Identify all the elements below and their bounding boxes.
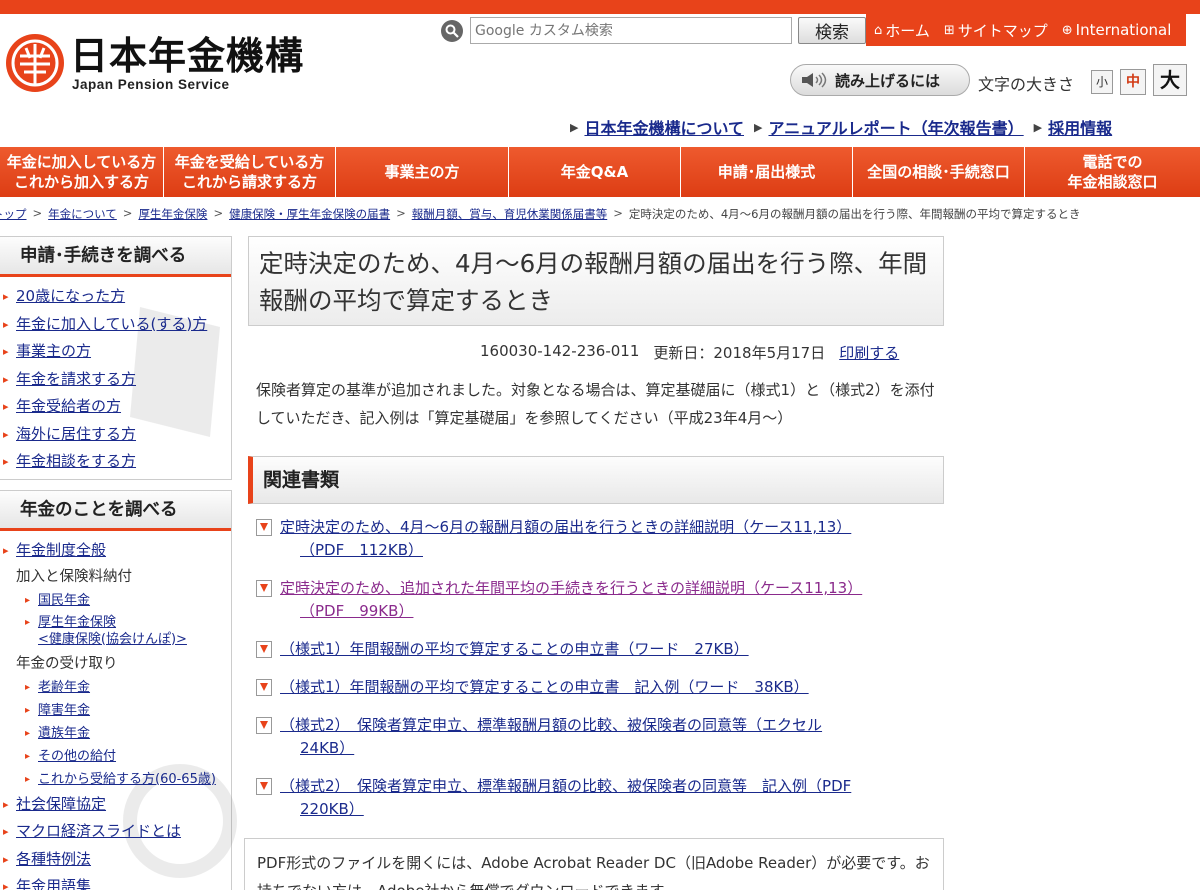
sitemap-link[interactable]: ⊞ サイトマップ [944, 20, 1048, 41]
font-size-large-button[interactable]: 大 [1153, 64, 1187, 96]
about-link[interactable]: 日本年金機構について [584, 115, 744, 139]
sidebar-group-label: 加入と保険料納付 [16, 568, 132, 585]
related-documents-heading: 関連書類 [248, 456, 944, 504]
sitemap-icon: ⊞ [943, 22, 955, 38]
breadcrumb-current: 定時決定のため、4月～6月の報酬月額の届出を行う際、年間報酬の平均で算定するとき [628, 207, 1081, 221]
sidebar-procedures-title: 申請･手続きを調べる [0, 237, 231, 277]
updated-date: 更新日：2018年5月17日 [653, 344, 826, 362]
read-aloud-button[interactable]: 読み上げるには [790, 64, 970, 96]
sidebar-item-age20[interactable]: 20歳になった方 [16, 287, 125, 305]
document-link[interactable]: （様式2） 保険者算定申立、標準報酬月額の比較、被保険者の同意等 記入例（PDF… [280, 777, 851, 821]
sidebar-item-overseas[interactable]: 海外に居住する方 [16, 425, 136, 443]
list-item: （様式1）年間報酬の平均で算定することの申立書（ワード 27KB） [256, 638, 946, 661]
download-icon [256, 778, 272, 795]
download-icon [256, 641, 272, 658]
globe-icon: ⊕ [1061, 22, 1073, 38]
home-link[interactable]: ⌂ ホーム [874, 20, 930, 41]
sidebar-item-claim[interactable]: 年金を請求する方 [16, 370, 136, 388]
triangle-bullet-icon: ▶ [570, 120, 579, 134]
sidebar-item-consult[interactable]: 年金相談をする方 [16, 452, 136, 470]
logo-english-text: Japan Pension Service [72, 76, 230, 92]
breadcrumb: トップ> 年金について> 厚生年金保険> 健康保険・厚生年金保険の届書> 報酬月… [0, 206, 1200, 222]
page-title: 定時決定のため、4月～6月の報酬月額の届出を行う際、年間報酬の平均で算定するとき [248, 236, 944, 326]
download-icon [256, 519, 272, 536]
sub-links: ▶ 日本年金機構について ▶ アニュアルレポート（年次報告書） ▶ 採用情報 [570, 115, 1112, 139]
sidebar-item-glossary[interactable]: 年金用語集 [16, 877, 91, 890]
search-icon [441, 20, 463, 42]
sidebar-item-agreement[interactable]: 社会保障協定 [16, 795, 106, 813]
list-item: （様式1）年間報酬の平均で算定することの申立書 記入例（ワード 38KB） [256, 676, 946, 699]
sidebar-item-old-age[interactable]: 老齢年金 [38, 680, 90, 695]
document-id: 160030-142-236-011 [480, 342, 640, 360]
breadcrumb-reward[interactable]: 報酬月額、賞与、育児休業関係届書等 [412, 206, 608, 222]
utility-nav: ⌂ ホーム ⊞ サイトマップ ⊕ International [866, 14, 1186, 46]
breadcrumb-forms[interactable]: 健康保険・厚生年金保険の届書 [229, 206, 390, 222]
speaker-icon [801, 72, 827, 88]
document-link[interactable]: （様式2） 保険者算定申立、標準報酬月額の比較、被保険者の同意等（エクセル 24K… [280, 716, 822, 760]
download-icon [256, 679, 272, 696]
sidebar-procedures: 申請･手続きを調べる 20歳になった方 年金に加入している(する)方 事業主の方… [0, 236, 232, 480]
sidebar-item-special-laws[interactable]: 各種特例法 [16, 850, 91, 868]
pdf-reader-note: PDF形式のファイルを開くには、Adobe Acrobat Reader DC（… [244, 838, 944, 890]
intro-text: 保険者算定の基準が追加されました。対象となる場合は、算定基礎届に（様式1）と（様… [256, 381, 935, 427]
list-item: （様式2） 保険者算定申立、標準報酬月額の比較、被保険者の同意等 記入例（PDF… [256, 775, 946, 821]
sidebar-item-recipient[interactable]: 年金受給者の方 [16, 397, 121, 415]
sidebar-item-disability[interactable]: 障害年金 [38, 703, 90, 718]
gnav-counters[interactable]: 全国の相談･手続窓口 [853, 147, 1025, 197]
triangle-bullet-icon: ▶ [754, 120, 763, 134]
gnav-phone[interactable]: 電話での 年金相談窓口 [1025, 147, 1200, 197]
triangle-bullet-icon: ▶ [1033, 120, 1043, 134]
sidebar-item-kosei[interactable]: 厚生年金保険 <健康保険(協会けんぽ)> [38, 615, 187, 647]
document-link[interactable]: 定時決定のため、追加された年間平均の手続きを行うときの詳細説明（ケース11,13… [280, 579, 862, 623]
top-accent-bar [0, 0, 1200, 14]
print-link[interactable]: 印刷する [839, 342, 899, 363]
download-icon [256, 580, 272, 597]
international-link[interactable]: ⊕ International [1062, 21, 1172, 39]
breadcrumb-pension[interactable]: 年金について [48, 206, 117, 222]
gnav-qa[interactable]: 年金Q&A [509, 147, 681, 197]
related-documents-list: 定時決定のため、4月～6月の報酬月額の届出を行うときの詳細説明（ケース11,13… [256, 516, 946, 836]
gnav-forms[interactable]: 申請･届出様式 [681, 147, 853, 197]
document-link[interactable]: （様式1）年間報酬の平均で算定することの申立書 記入例（ワード 38KB） [280, 678, 809, 696]
search-button[interactable]: 検索 [798, 17, 866, 44]
breadcrumb-top[interactable]: トップ [0, 206, 27, 222]
gnav-enrolled[interactable]: 年金に加入している方 これから加入する方 [0, 147, 164, 197]
global-nav: 年金に加入している方 これから加入する方 年金を受給している方 これから請求する… [0, 147, 1200, 197]
sidebar-item-macro-slide[interactable]: マクロ経済スライドとは [16, 822, 181, 840]
sidebar-pension-info: 年金のことを調べる 年金制度全般 加入と保険料納付 国民年金 厚生年金保険 <健… [0, 490, 237, 890]
sidebar-item-60-65[interactable]: これから受給する方(60-65歳) [38, 772, 216, 787]
home-icon: ⌂ [874, 22, 883, 38]
annual-report-link[interactable]: アニュアルレポート（年次報告書） [768, 115, 1023, 139]
logo-japanese-text: 日本年金機構 [70, 33, 305, 78]
list-item: 定時決定のため、追加された年間平均の手続きを行うときの詳細説明（ケース11,13… [256, 577, 946, 623]
list-item: （様式2） 保険者算定申立、標準報酬月額の比較、被保険者の同意等（エクセル 24K… [256, 714, 946, 760]
page-meta: 160030-142-236-011 更新日：2018年5月17日 印刷する [480, 342, 899, 363]
site-logo[interactable]: 日本年金機構 Japan Pension Service [6, 34, 304, 92]
document-link[interactable]: （様式1）年間報酬の平均で算定することの申立書（ワード 27KB） [280, 640, 749, 658]
sidebar-pension-title: 年金のことを調べる [0, 491, 231, 531]
sidebar-item-kokumin[interactable]: 国民年金 [38, 593, 90, 608]
gnav-employers[interactable]: 事業主の方 [336, 147, 509, 197]
sidebar-item-system[interactable]: 年金制度全般 [16, 541, 106, 559]
search-input[interactable] [470, 17, 792, 44]
breadcrumb-kosei[interactable]: 厚生年金保険 [138, 206, 207, 222]
font-size-small-button[interactable]: 小 [1091, 70, 1113, 94]
logo-mark-icon [6, 34, 64, 92]
document-link[interactable]: 定時決定のため、4月～6月の報酬月額の届出を行うときの詳細説明（ケース11,13… [280, 518, 851, 562]
sidebar-item-employer[interactable]: 事業主の方 [16, 342, 91, 360]
font-size-medium-button[interactable]: 中 [1120, 69, 1146, 95]
sidebar-group-label: 年金の受け取り [16, 655, 118, 672]
sidebar-item-survivor[interactable]: 遺族年金 [38, 726, 90, 741]
download-icon [256, 717, 272, 734]
font-size-label: 文字の大きさ [978, 75, 1075, 94]
recruit-link[interactable]: 採用情報 [1048, 115, 1112, 139]
gnav-recipients[interactable]: 年金を受給している方 これから請求する方 [164, 147, 336, 197]
sidebar-item-other[interactable]: その他の給付 [38, 749, 116, 764]
list-item: 定時決定のため、4月～6月の報酬月額の届出を行うときの詳細説明（ケース11,13… [256, 516, 946, 562]
sidebar-item-enrolled[interactable]: 年金に加入している(する)方 [16, 315, 207, 333]
